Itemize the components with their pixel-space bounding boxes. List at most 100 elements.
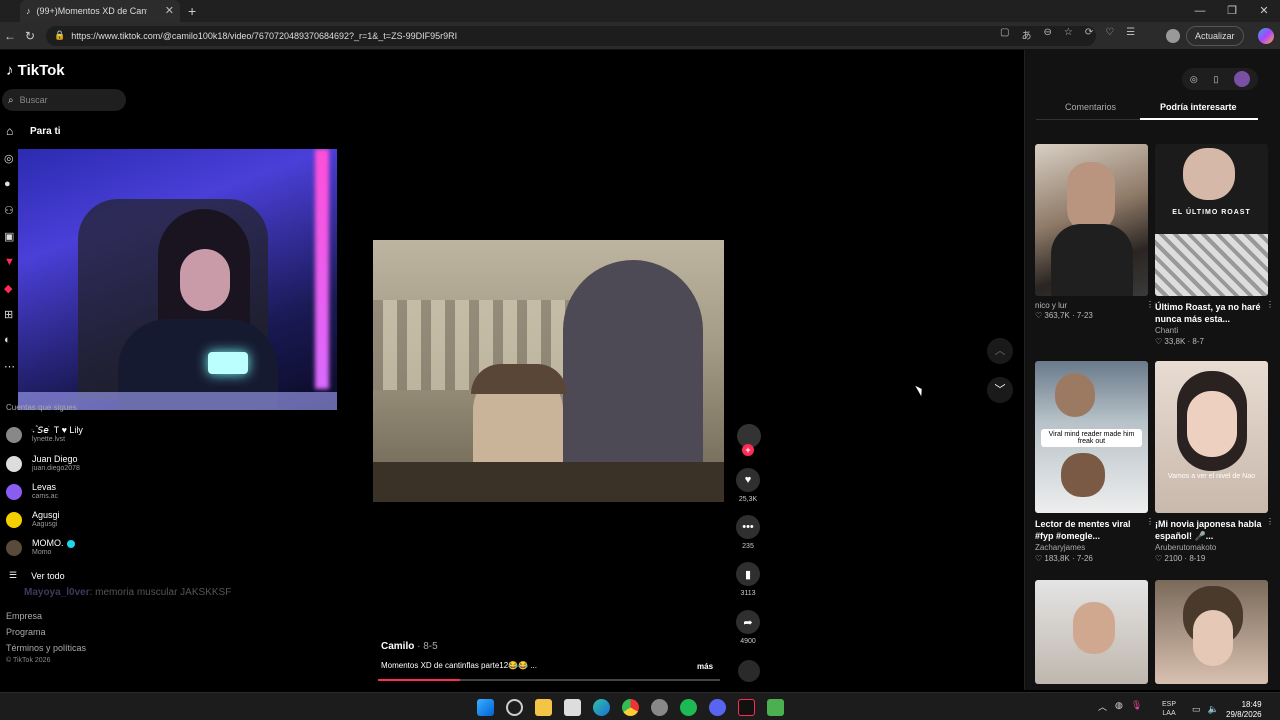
video-thumbnail[interactable] (1035, 144, 1148, 296)
favorite-star-icon[interactable]: ☆ (1064, 27, 1073, 42)
video-author[interactable]: Camilo · 8-5 (381, 641, 438, 652)
following-icon[interactable]: ⚇ (4, 204, 18, 218)
video-thumbnail[interactable] (1035, 580, 1148, 684)
tiktok-app-icon[interactable] (738, 699, 755, 716)
url-field[interactable]: 🔒 https://www.tiktok.com/@camilo100k18/v… (46, 25, 1096, 46)
store-icon[interactable] (564, 699, 581, 716)
bookmark-icon[interactable]: ▮ (736, 562, 760, 586)
video-thumbnail[interactable]: Viral mind reader made him freak out (1035, 361, 1148, 513)
profile-avatar[interactable] (1166, 29, 1180, 43)
github-desktop-icon[interactable] (651, 699, 668, 716)
follow-plus-button[interactable]: + (742, 444, 754, 456)
screen: ♪ (99+)Momentos XD de Cantinflas ✕ + — ❐… (0, 0, 1280, 720)
thumbnail-face-2 (1061, 453, 1105, 497)
following-account[interactable]: Juan Diego juan.diego2078 (6, 454, 80, 473)
see-all-button[interactable]: ☰ Ver todo (9, 570, 65, 581)
spotify-icon[interactable] (680, 699, 697, 716)
file-explorer-icon[interactable] (535, 699, 552, 716)
tab-comments[interactable]: Comentarios (1065, 102, 1116, 112)
share-action[interactable]: ➦ 4900 (735, 610, 761, 645)
activity-icon[interactable]: ◆ (4, 282, 18, 296)
upload-icon[interactable]: ⊞ (4, 308, 18, 322)
minimize-button[interactable]: — (1184, 0, 1216, 22)
back-button[interactable]: ← (0, 29, 20, 43)
speaker-icon[interactable]: 🔈 (1208, 704, 1219, 715)
following-account[interactable]: MOMO. Momo (6, 538, 75, 557)
minecraft-icon[interactable] (767, 699, 784, 716)
profile-icon[interactable]: ◐ (4, 334, 18, 348)
discord-icon[interactable] (709, 699, 726, 716)
tab-you-may-like[interactable]: Podría interesarte (1160, 102, 1237, 112)
search-input[interactable]: ⌕ Buscar (2, 89, 126, 111)
video-player[interactable] (373, 240, 724, 502)
more-options-icon[interactable]: ⋮ (1266, 300, 1274, 309)
nav-for-you[interactable]: ⌂ Para ti (6, 124, 61, 138)
footer-link[interactable]: Programa (6, 624, 86, 640)
recommended-video[interactable] (1155, 580, 1268, 684)
sidebar-nav-icons: ◎ ● ⚇ ▣ ▼ ◆ ⊞ ◐ ⋯ (4, 152, 18, 374)
browser-essentials-icon[interactable]: ♡ (1105, 27, 1114, 42)
chevron-up-icon[interactable]: ︿ (1098, 700, 1107, 713)
extensions-icon[interactable]: ⟳ (1085, 27, 1093, 42)
next-video-button[interactable]: ﹀ (987, 377, 1013, 403)
network-icon[interactable]: ▭ (1192, 704, 1201, 715)
recommended-video[interactable] (1035, 580, 1148, 684)
more-icon[interactable]: ⋯ (4, 360, 18, 374)
caption-more-button[interactable]: más (697, 662, 713, 671)
recommended-video[interactable]: nico y lur ♡ 363,7K · 7-23 ⋮ (1035, 144, 1154, 321)
close-tab-icon[interactable]: ✕ (165, 4, 174, 17)
recommended-video[interactable]: Viral mind reader made him freak out Lec… (1035, 361, 1154, 564)
reload-button[interactable]: ↻ (20, 29, 40, 43)
video-thumbnail[interactable]: EL ÚLTIMO ROAST (1155, 144, 1268, 296)
music-disc-icon[interactable] (738, 660, 760, 682)
microphone-icon[interactable]: 🎙 (1131, 700, 1142, 713)
start-icon[interactable] (477, 699, 494, 716)
new-tab-button[interactable]: + (188, 3, 196, 19)
antivirus-icon[interactable]: ◍ (1115, 700, 1123, 713)
heart-icon[interactable]: ♥ (736, 468, 760, 492)
search-taskbar-icon[interactable] (506, 699, 523, 716)
chrome-icon[interactable] (622, 699, 639, 716)
browser-tab[interactable]: ♪ (99+)Momentos XD de Cantinflas ✕ (20, 0, 180, 22)
recommended-video[interactable]: Vamos a ver el nivel de Nao ¡Mi novia ja… (1155, 361, 1274, 564)
recommended-video[interactable]: EL ÚLTIMO ROAST Último Roast, ya no haré… (1155, 144, 1274, 347)
user-avatar[interactable] (1234, 71, 1251, 87)
like-action[interactable]: ♥ 25,3K (735, 468, 761, 503)
edge-icon[interactable] (593, 699, 610, 716)
system-clock[interactable]: 18:49 29/8/2026 (1226, 700, 1262, 720)
tiktok-note-icon: ♪ (6, 62, 14, 79)
tiktok-logo[interactable]: ♪ TikTok (6, 62, 65, 79)
more-options-icon[interactable]: ⋮ (1266, 517, 1274, 526)
device-icon[interactable]: ▯ (1213, 74, 1218, 85)
update-button[interactable]: Actualizar (1186, 26, 1244, 46)
comment-icon[interactable]: ••• (736, 515, 760, 539)
more-options-icon[interactable]: ⋮ (1146, 517, 1154, 526)
previous-video-button[interactable]: ︿ (987, 338, 1013, 364)
comment-action[interactable]: ••• 235 (735, 515, 761, 550)
following-account[interactable]: ˖ּ۫ ׂ𝘚𝘦 ׂ ࣪T ♥ Lily lynette.lvst (6, 425, 83, 444)
live-icon[interactable]: ● (4, 178, 18, 192)
app-available-icon[interactable]: ▢ (1000, 27, 1009, 42)
compass-icon[interactable]: ◎ (1190, 74, 1198, 85)
video-thumbnail[interactable]: Vamos a ver el nivel de Nao (1155, 361, 1268, 513)
copilot-icon[interactable] (1258, 28, 1274, 44)
language-indicator[interactable]: ESP LAA (1162, 700, 1176, 718)
explore-icon[interactable]: ◎ (4, 152, 18, 166)
share-icon[interactable]: ➦ (736, 610, 760, 634)
video-progress-bar[interactable] (378, 679, 720, 681)
maximize-button[interactable]: ❐ (1216, 0, 1248, 22)
footer-link[interactable]: Empresa (6, 608, 86, 624)
translate-icon[interactable]: あ (1021, 27, 1031, 42)
active-tab-underline (1140, 118, 1258, 120)
zoom-icon[interactable]: ⊖ (1043, 27, 1051, 42)
friends-icon[interactable]: ▣ (4, 230, 18, 244)
favorites-icon[interactable]: ☰ (1126, 27, 1135, 42)
following-account[interactable]: Agusgi Aagusgi (6, 510, 60, 529)
footer-link[interactable]: Términos y políticas (6, 640, 86, 656)
save-action[interactable]: ▮ 3113 (735, 562, 761, 597)
messages-icon[interactable]: ▼ (4, 256, 18, 270)
video-thumbnail[interactable] (1155, 580, 1268, 684)
following-account[interactable]: Levas cams.ac (6, 482, 58, 501)
close-window-button[interactable]: ✕ (1248, 0, 1280, 22)
more-options-icon[interactable]: ⋮ (1146, 300, 1154, 309)
